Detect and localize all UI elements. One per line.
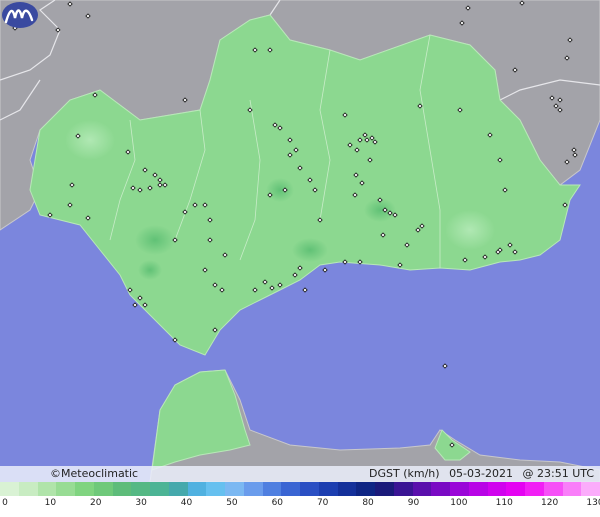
- scale-swatch: [356, 482, 375, 496]
- scale-swatch: [412, 482, 432, 496]
- scale-swatch: [393, 482, 413, 496]
- scale-tick-label: 20: [90, 498, 102, 508]
- info-bar: ©Meteoclimatic DGST (km/h) 05-03-2021 @ …: [0, 466, 600, 482]
- date-label: 05-03-2021: [449, 467, 513, 480]
- scale-tick-label: 0: [2, 498, 8, 508]
- gust-spot: [292, 238, 328, 262]
- scale-swatch: [525, 482, 544, 496]
- calm-spot: [65, 120, 115, 160]
- scale-ticks: 0 10 20 30 40 50 60 70 80 90 100 110 120 130: [0, 498, 600, 512]
- scale-swatch: [506, 482, 525, 496]
- scale-swatch: [0, 482, 19, 496]
- scale-swatch: [243, 482, 263, 496]
- scale-swatch: [225, 482, 244, 496]
- map-canvas[interactable]: [0, 0, 600, 482]
- scale-swatch: [37, 482, 57, 496]
- scale-tick-label: 50: [226, 498, 238, 508]
- scale-swatch: [300, 482, 319, 496]
- scale-swatch: [206, 482, 225, 496]
- scale-tick-label: 60: [271, 498, 284, 508]
- brand-label[interactable]: ©Meteoclimatic: [50, 467, 138, 480]
- color-scale: 0 10 20 30 40 50 60 70 80 90 100 110 120 130: [0, 482, 600, 517]
- scale-swatch: [131, 482, 150, 496]
- weather-map[interactable]: ©Meteoclimatic DGST (km/h) 05-03-2021 @ …: [0, 0, 600, 517]
- scale-swatch: [18, 482, 38, 496]
- scale-swatch: [150, 482, 169, 496]
- gust-spot: [135, 225, 175, 255]
- scale-swatch: [375, 482, 394, 496]
- scale-swatch: [262, 482, 282, 496]
- scale-swatch: [487, 482, 507, 496]
- time-label: @ 23:51 UTC: [522, 467, 595, 480]
- scale-swatch: [112, 482, 132, 496]
- scale-swatch: [281, 482, 300, 496]
- scale-tick-label: 100: [450, 498, 468, 508]
- scale-swatch: [562, 482, 582, 496]
- scale-swatch: [75, 482, 94, 496]
- scale-swatch: [337, 482, 357, 496]
- scale-swatch: [318, 482, 338, 496]
- variable-label: DGST (km/h): [369, 467, 440, 480]
- map-caption: DGST (km/h) 05-03-2021 @ 23:51 UTC: [363, 467, 594, 480]
- scale-tick-label: 90: [407, 498, 420, 508]
- scale-tick-label: 30: [135, 498, 147, 508]
- scale-swatch: [187, 482, 207, 496]
- scale-tick-label: 40: [180, 498, 193, 508]
- meteoclimatic-logo[interactable]: [0, 0, 40, 30]
- scale-tick-label: 80: [362, 498, 374, 508]
- scale-tick-label: 130: [586, 498, 600, 508]
- scale-swatch: [168, 482, 188, 496]
- scale-tick-label: 70: [316, 498, 329, 508]
- scale-swatch: [431, 482, 450, 496]
- scale-tick-label: 120: [541, 498, 559, 508]
- scale-tick-label: 10: [44, 498, 57, 508]
- scale-swatch: [543, 482, 563, 496]
- scale-swatch: [450, 482, 469, 496]
- scale-swatch: [468, 482, 488, 496]
- scale-colors: [0, 482, 600, 496]
- scale-swatch: [93, 482, 113, 496]
- calm-spot: [445, 210, 495, 250]
- gust-spot: [138, 260, 162, 280]
- gust-spot: [266, 178, 294, 202]
- scale-swatch: [56, 482, 75, 496]
- scale-swatch: [581, 482, 600, 496]
- scale-tick-label: 110: [495, 498, 513, 508]
